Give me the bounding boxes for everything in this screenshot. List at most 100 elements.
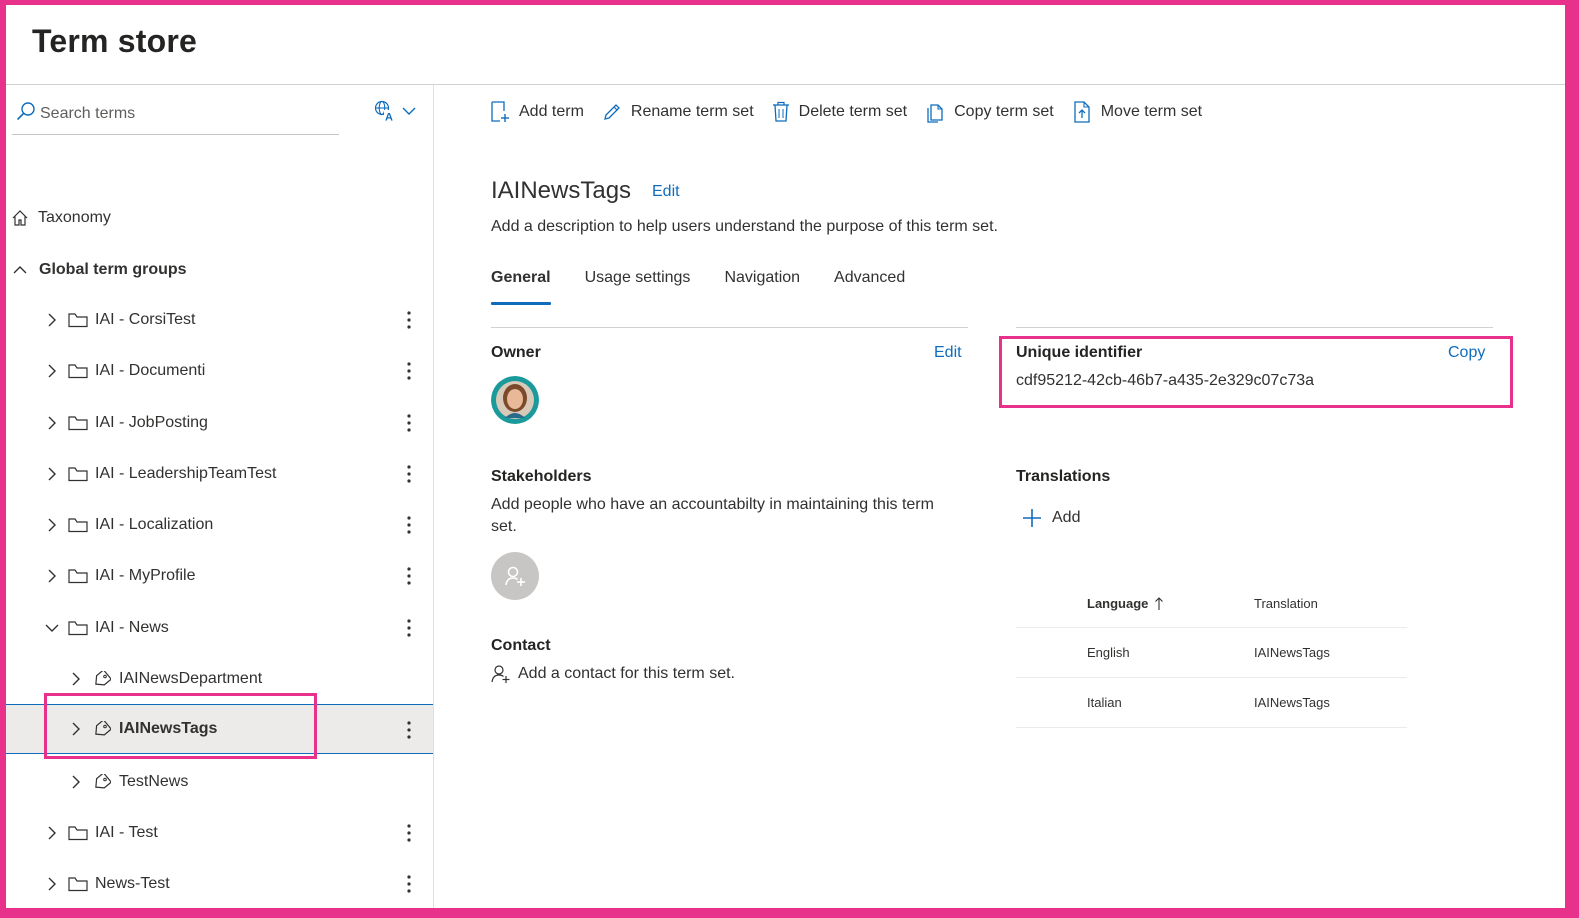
chevron-right-icon[interactable] bbox=[44, 415, 60, 431]
translations-table: Language Translation English IAINewsTags… bbox=[1016, 585, 1407, 728]
add-contact-button[interactable]: Add a contact for this term set. bbox=[491, 664, 735, 684]
person-icon bbox=[491, 665, 510, 683]
search-box bbox=[12, 95, 339, 135]
translations-label: Translations bbox=[1016, 468, 1111, 485]
more-options-icon[interactable] bbox=[400, 513, 418, 537]
move-icon bbox=[1074, 101, 1090, 123]
tree-item-group-iai-news[interactable]: IAI - News bbox=[6, 603, 433, 653]
more-options-icon[interactable] bbox=[400, 616, 418, 640]
svg-text:A: A bbox=[385, 112, 393, 123]
tree-item-label: Global term groups bbox=[39, 261, 187, 278]
divider bbox=[1016, 327, 1493, 328]
tree-item-label: IAI - News bbox=[95, 619, 169, 636]
owner-avatar[interactable] bbox=[491, 376, 539, 424]
edit-title-link[interactable]: Edit bbox=[652, 183, 680, 201]
tree-item-taxonomy[interactable]: Taxonomy bbox=[6, 193, 433, 243]
chevron-down-icon[interactable] bbox=[44, 620, 60, 636]
language-selector-button[interactable]: A bbox=[374, 99, 422, 123]
add-person-icon bbox=[505, 566, 525, 586]
more-options-icon[interactable] bbox=[400, 718, 418, 742]
title-bar: Term store bbox=[6, 5, 1565, 85]
folder-icon bbox=[68, 619, 88, 637]
tree-item-group[interactable]: IAI - Test bbox=[6, 808, 433, 858]
more-options-icon[interactable] bbox=[400, 411, 418, 435]
add-translation-label: Add bbox=[1052, 509, 1081, 526]
tree-item-group[interactable]: IAI - Documenti bbox=[6, 346, 433, 396]
folder-icon bbox=[68, 311, 88, 329]
tree-item-group[interactable]: IAI - MyProfile bbox=[6, 551, 433, 601]
plus-icon bbox=[1023, 509, 1041, 527]
tag-icon bbox=[92, 773, 112, 791]
move-term-set-button[interactable]: Move term set bbox=[1072, 95, 1202, 129]
add-contact-label: Add a contact for this term set. bbox=[518, 665, 735, 682]
contact-label: Contact bbox=[491, 637, 551, 654]
tree-item-label: News-Test bbox=[95, 875, 170, 892]
more-options-icon[interactable] bbox=[400, 564, 418, 588]
term-store-window: Term store A bbox=[6, 5, 1565, 908]
command-bar: Add term Rename term set Delete term set… bbox=[490, 95, 1220, 129]
chevron-right-icon[interactable] bbox=[68, 774, 84, 790]
move-term-set-label: Move term set bbox=[1100, 103, 1203, 120]
tree-item-label: IAI - JobPosting bbox=[95, 414, 208, 431]
add-term-label: Add term bbox=[519, 103, 584, 120]
tab-general[interactable]: General bbox=[491, 267, 551, 305]
cell-language: Italian bbox=[1087, 695, 1122, 710]
owner-edit-link[interactable]: Edit bbox=[934, 344, 962, 362]
chevron-right-icon[interactable] bbox=[44, 876, 60, 892]
tree-item-global-term-groups[interactable]: Global term groups bbox=[6, 245, 433, 295]
chevron-up-icon bbox=[12, 262, 28, 278]
tree-item-group[interactable]: IAI - Localization bbox=[6, 500, 433, 550]
folder-icon bbox=[68, 465, 88, 483]
tab-advanced[interactable]: Advanced bbox=[834, 267, 905, 305]
chevron-right-icon[interactable] bbox=[44, 568, 60, 584]
tree-item-label: IAINewsTags bbox=[119, 720, 218, 737]
chevron-right-icon[interactable] bbox=[44, 466, 60, 482]
table-row[interactable]: English IAINewsTags bbox=[1016, 628, 1407, 678]
copy-term-set-button[interactable]: Copy term set bbox=[925, 95, 1054, 129]
chevron-right-icon[interactable] bbox=[68, 721, 84, 737]
chevron-right-icon[interactable] bbox=[44, 363, 60, 379]
add-term-button[interactable]: Add term bbox=[490, 95, 584, 129]
stakeholders-description-line2: set. bbox=[491, 518, 517, 535]
tree-item-group[interactable]: IAI - CorsiTest bbox=[6, 295, 433, 345]
chevron-right-icon[interactable] bbox=[68, 671, 84, 687]
column-header-translation[interactable]: Translation bbox=[1254, 596, 1318, 611]
more-options-icon[interactable] bbox=[400, 872, 418, 896]
more-options-icon[interactable] bbox=[400, 821, 418, 845]
tree-item-group[interactable]: News-Test bbox=[6, 859, 433, 908]
tree-item-group[interactable]: IAI - LeadershipTeamTest bbox=[6, 449, 433, 499]
chevron-right-icon[interactable] bbox=[44, 825, 60, 841]
delete-term-set-button[interactable]: Delete term set bbox=[772, 95, 907, 129]
more-options-icon[interactable] bbox=[400, 462, 418, 486]
tree-item-term-set[interactable]: TestNews bbox=[6, 757, 433, 807]
pencil-icon bbox=[604, 104, 620, 120]
navigation-pane: A Taxonomy Global term groups IAI - Cors… bbox=[6, 85, 434, 908]
chevron-right-icon[interactable] bbox=[44, 517, 60, 533]
tree-item-term-set-selected[interactable]: IAINewsTags bbox=[6, 704, 433, 754]
folder-icon bbox=[68, 875, 88, 893]
tree-item-label: IAINewsDepartment bbox=[119, 670, 263, 687]
tree-item-label: IAI - CorsiTest bbox=[95, 311, 196, 328]
table-row[interactable]: Italian IAINewsTags bbox=[1016, 678, 1407, 728]
tab-navigation[interactable]: Navigation bbox=[724, 267, 800, 305]
add-translation-button[interactable]: Add bbox=[1022, 508, 1080, 528]
folder-icon bbox=[68, 824, 88, 842]
more-options-icon[interactable] bbox=[400, 308, 418, 332]
table-header: Language Translation bbox=[1016, 585, 1407, 628]
rename-term-set-button[interactable]: Rename term set bbox=[602, 95, 754, 129]
rename-term-set-label: Rename term set bbox=[630, 103, 754, 120]
cell-language: English bbox=[1087, 645, 1130, 660]
tree-item-term-set[interactable]: IAINewsDepartment bbox=[6, 654, 433, 704]
chevron-down-icon bbox=[402, 107, 416, 115]
search-input[interactable] bbox=[40, 102, 330, 126]
add-stakeholder-button[interactable] bbox=[491, 552, 539, 600]
tree-item-group[interactable]: IAI - JobPosting bbox=[6, 398, 433, 448]
add-term-icon bbox=[491, 101, 509, 122]
chevron-right-icon[interactable] bbox=[44, 312, 60, 328]
column-header-language[interactable]: Language bbox=[1087, 596, 1164, 611]
more-options-icon[interactable] bbox=[400, 359, 418, 383]
tab-usage-settings[interactable]: Usage settings bbox=[585, 267, 691, 305]
owner-label: Owner bbox=[491, 344, 541, 361]
tree-item-label: IAI - LeadershipTeamTest bbox=[95, 465, 277, 482]
home-icon bbox=[10, 209, 30, 227]
